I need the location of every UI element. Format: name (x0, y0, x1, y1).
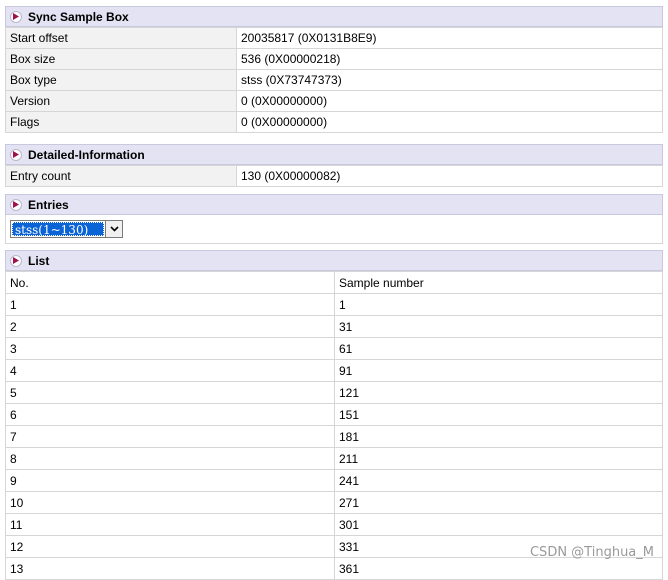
table-row: Box size 536 (0X00000218) (5, 48, 663, 70)
field-label: Start offset (5, 27, 237, 49)
column-header-no: No. (5, 271, 335, 294)
sync-sample-box-table: Start offset 20035817 (0X0131B8E9) Box s… (5, 27, 663, 133)
cell-no: 11 (5, 513, 335, 536)
cell-no: 12 (5, 535, 335, 558)
cell-no: 10 (5, 491, 335, 514)
table-row: 11 (5, 293, 663, 316)
field-value: 0 (0X00000000) (236, 111, 663, 133)
cell-sample-number: 181 (334, 425, 663, 448)
cell-sample-number: 241 (334, 469, 663, 492)
field-label: Entry count (5, 165, 237, 187)
field-value: 536 (0X00000218) (236, 48, 663, 70)
table-row: 7 181 (5, 425, 663, 448)
entries-body: stss(1~130) (5, 215, 663, 244)
table-header-row: No. Sample number (5, 271, 663, 294)
column-header-sample-number: Sample number (334, 271, 663, 294)
table-row: 3 61 (5, 337, 663, 360)
cell-sample-number: 1 (334, 293, 663, 316)
entries-section: Entries stss(1~130) (5, 194, 663, 244)
table-row: 5 121 (5, 381, 663, 404)
table-row: Start offset 20035817 (0X0131B8E9) (5, 27, 663, 49)
table-row: Entry count 130 (0X00000082) (5, 165, 663, 187)
table-row: 10 271 (5, 491, 663, 514)
entries-select[interactable]: stss(1~130) (10, 220, 123, 238)
cell-sample-number: 31 (334, 315, 663, 338)
field-value: stss (0X73747373) (236, 69, 663, 91)
table-row: Flags 0 (0X00000000) (5, 111, 663, 133)
detailed-information-section: Detailed-Information Entry count 130 (0X… (5, 144, 663, 187)
cell-sample-number: 361 (334, 557, 663, 580)
table-row: 9 241 (5, 469, 663, 492)
table-row: 6 151 (5, 403, 663, 426)
table-row: 4 91 (5, 359, 663, 382)
field-value: 20035817 (0X0131B8E9) (236, 27, 663, 49)
cell-sample-number: 91 (334, 359, 663, 382)
sync-sample-box-header[interactable]: Sync Sample Box (5, 6, 663, 27)
section-title: Detailed-Information (28, 147, 145, 162)
cell-no: 1 (5, 293, 335, 316)
table-row: 8 211 (5, 447, 663, 470)
watermark: CSDN @Tinghua_M (529, 545, 654, 560)
section-title: Entries (28, 197, 69, 212)
cell-no: 9 (5, 469, 335, 492)
field-label: Box type (5, 69, 237, 91)
cell-no: 8 (5, 447, 335, 470)
play-arrow-icon[interactable] (10, 254, 22, 267)
detailed-information-table: Entry count 130 (0X00000082) (5, 165, 663, 187)
cell-no: 2 (5, 315, 335, 338)
cell-no: 3 (5, 337, 335, 360)
play-arrow-icon[interactable] (10, 148, 22, 161)
entries-header[interactable]: Entries (5, 194, 663, 215)
table-row: Version 0 (0X00000000) (5, 90, 663, 112)
field-label: Version (5, 90, 237, 112)
dropdown-button[interactable] (105, 221, 122, 237)
cell-sample-number: 271 (334, 491, 663, 514)
table-row: 13 361 (5, 557, 663, 580)
table-row: 2 31 (5, 315, 663, 338)
section-title: Sync Sample Box (28, 9, 129, 24)
cell-sample-number: 61 (334, 337, 663, 360)
list-section: List No. Sample number 11 2 31 3 61 4 91 51… (5, 250, 663, 580)
cell-no: 4 (5, 359, 335, 382)
cell-no: 13 (5, 557, 335, 580)
field-value: 130 (0X00000082) (236, 165, 663, 187)
cell-sample-number: 121 (334, 381, 663, 404)
entries-select-value[interactable]: stss(1~130) (12, 222, 104, 237)
field-value: 0 (0X00000000) (236, 90, 663, 112)
sample-list-table: No. Sample number 11 2 31 3 61 4 91 5 121 61… (5, 271, 663, 580)
cell-sample-number: 151 (334, 403, 663, 426)
cell-sample-number: 211 (334, 447, 663, 470)
field-label: Box size (5, 48, 237, 70)
play-arrow-icon[interactable] (10, 198, 22, 211)
table-row: 11 301 (5, 513, 663, 536)
section-title: List (28, 253, 50, 268)
detailed-information-header[interactable]: Detailed-Information (5, 144, 663, 165)
cell-no: 5 (5, 381, 335, 404)
cell-no: 6 (5, 403, 335, 426)
field-label: Flags (5, 111, 237, 133)
play-arrow-icon[interactable] (10, 10, 22, 23)
table-row: Box type stss (0X73747373) (5, 69, 663, 91)
sync-sample-box-section: Sync Sample Box Start offset 20035817 (0… (5, 6, 663, 133)
cell-no: 7 (5, 425, 335, 448)
cell-sample-number: 301 (334, 513, 663, 536)
chevron-down-icon (109, 226, 119, 232)
list-header[interactable]: List (5, 250, 663, 271)
